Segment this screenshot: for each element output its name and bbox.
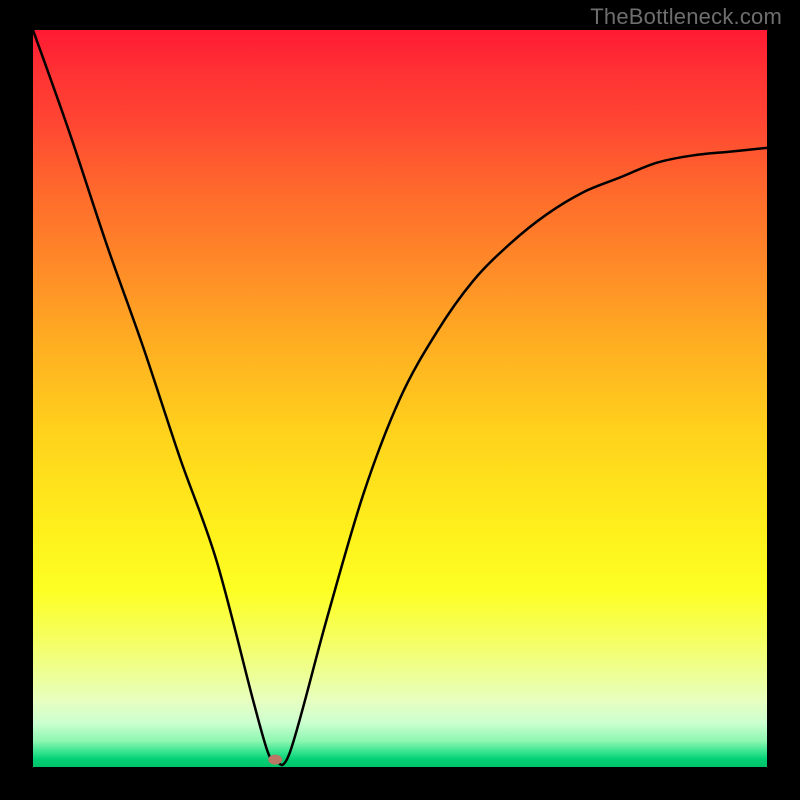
- bottleneck-curve: [33, 30, 767, 765]
- minimum-marker: [268, 755, 282, 765]
- chart-frame: TheBottleneck.com: [0, 0, 800, 800]
- curve-layer: [33, 30, 767, 767]
- plot-wrapper: [33, 30, 767, 767]
- watermark-text: TheBottleneck.com: [590, 4, 782, 30]
